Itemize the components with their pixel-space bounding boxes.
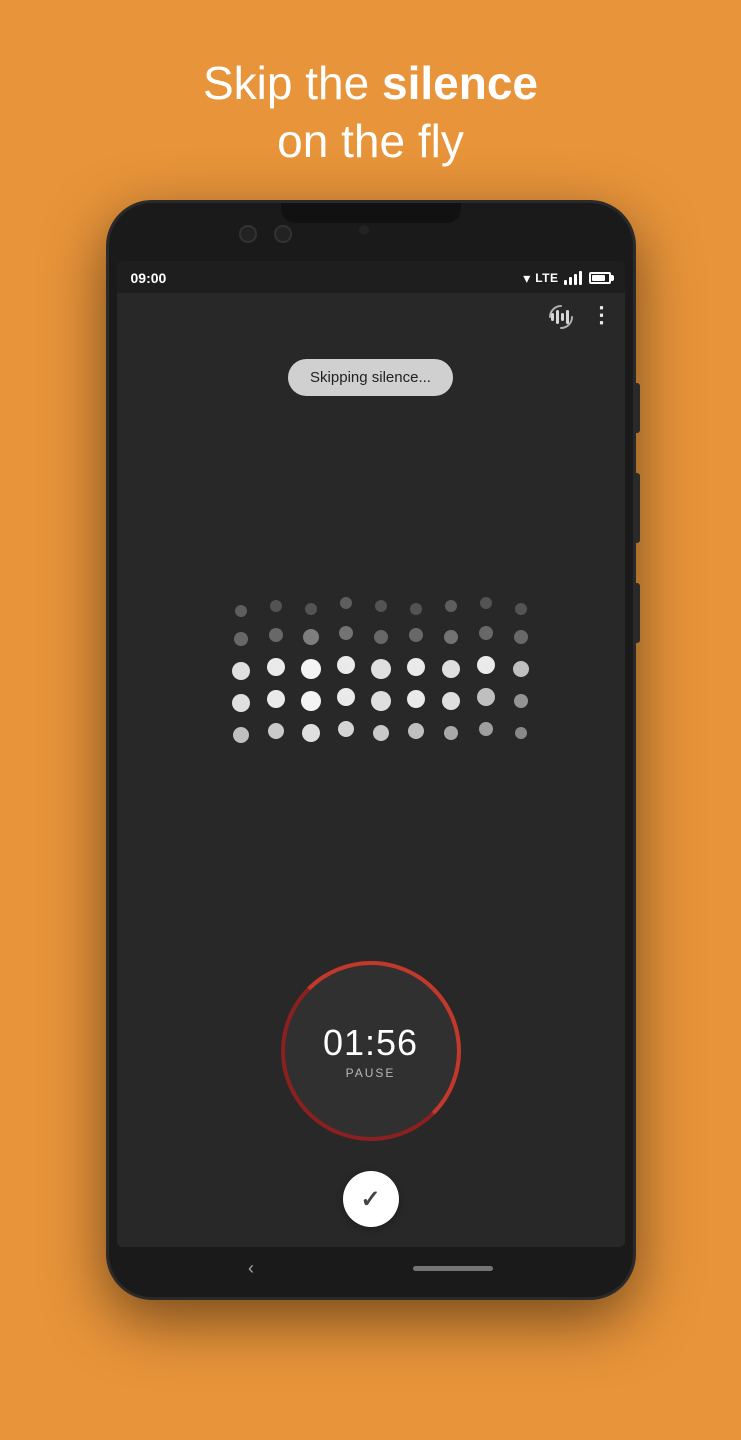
status-icons: ▾ LTE <box>523 270 610 287</box>
headline-text-normal: Skip the <box>203 57 382 109</box>
done-button[interactable]: ✓ <box>343 1171 399 1227</box>
wifi-icon: ▾ <box>523 270 530 287</box>
volume-up-button <box>633 473 640 543</box>
status-time: 09:00 <box>131 270 167 286</box>
phone-nav-bar: ‹ <box>109 1247 633 1289</box>
signal-bar-1 <box>564 280 567 285</box>
battery-fill <box>592 275 606 281</box>
checkmark-icon: ✓ <box>360 1185 380 1214</box>
notch <box>281 203 461 223</box>
signal-bar-2 <box>569 277 572 285</box>
phone-top-bar <box>109 203 633 263</box>
waveform-button[interactable] <box>543 299 579 335</box>
pause-label: PAUSE <box>346 1066 396 1080</box>
badge-container: Skipping silence... <box>117 341 625 410</box>
back-button[interactable]: ‹ <box>248 1258 254 1279</box>
power-button <box>633 383 640 433</box>
app-headline: Skip the silence on the fly <box>203 55 538 170</box>
timer-circle[interactable]: 01:56 PAUSE <box>281 961 461 1141</box>
dot-waveform-svg <box>211 591 531 771</box>
signal-bars <box>564 271 582 285</box>
phone-device: 09:00 ▾ LTE <box>106 200 636 1300</box>
status-bar: 09:00 ▾ LTE <box>117 261 625 293</box>
lte-icon: LTE <box>535 271 558 285</box>
volume-down-button <box>633 583 640 643</box>
phone-screen: 09:00 ▾ LTE <box>117 261 625 1247</box>
waveform-visualization <box>117 410 625 951</box>
front-sensor <box>359 225 369 235</box>
bottom-button-container: ✓ <box>117 1161 625 1247</box>
more-icon: ⋮ <box>591 302 611 328</box>
front-camera-left <box>239 225 257 243</box>
timer-container: 01:56 PAUSE <box>117 951 625 1161</box>
more-options-button[interactable]: ⋮ <box>587 302 615 332</box>
skipping-badge: Skipping silence... <box>288 359 453 396</box>
headline-line2: on the fly <box>203 113 538 171</box>
headline-text-bold: silence <box>382 57 538 109</box>
timer-display: 01:56 <box>323 1022 418 1064</box>
battery-icon <box>589 272 611 284</box>
home-bar[interactable] <box>413 1266 493 1271</box>
app-toolbar: ⋮ <box>117 293 625 341</box>
front-camera-center <box>274 225 292 243</box>
signal-bar-4 <box>579 271 582 285</box>
signal-bar-3 <box>574 274 577 285</box>
